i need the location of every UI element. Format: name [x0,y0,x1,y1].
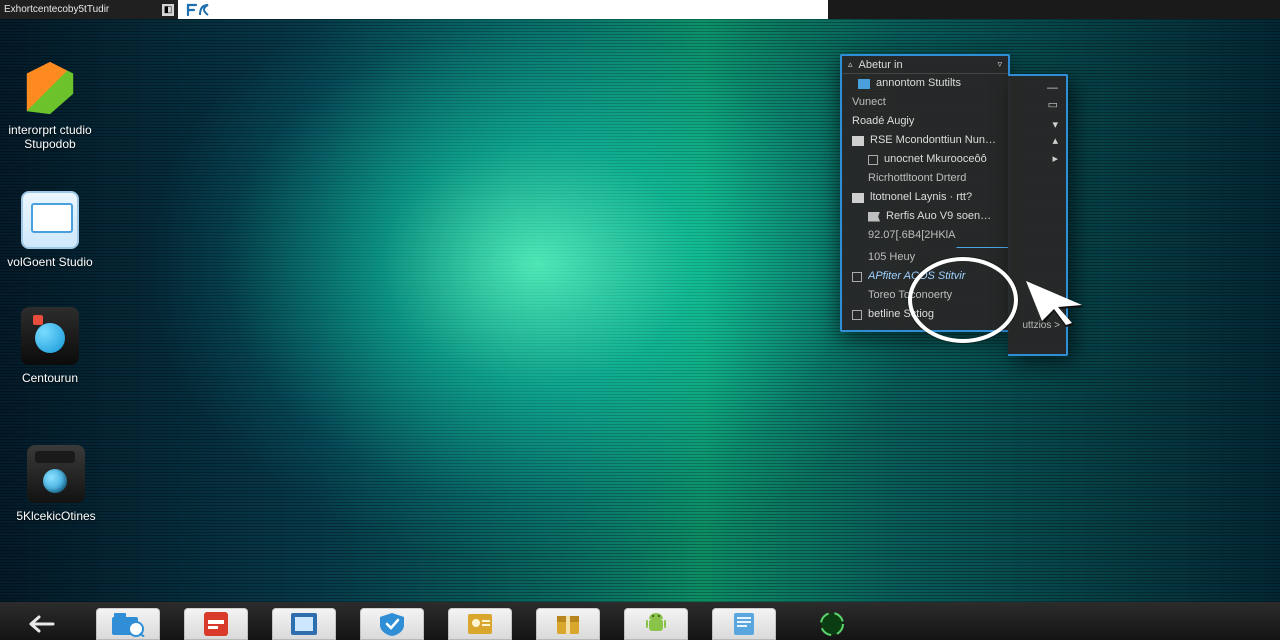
desktop-icon-label: 5KlcekicOtines [6,509,106,523]
panel-row-label: Toreo Toconoerty [868,289,1002,302]
desktop-icon-label: interorprt ctudio Stupodob [0,123,100,151]
panel-row-label: APfiter ACOS Stitvir [868,270,1002,283]
desktop-icon[interactable]: Centourun [0,307,100,385]
window-titlebar: Exhortcentecoby5tTudir ◧ [0,0,1280,19]
desktop-icon-label: Centourun [0,371,100,385]
dropdown-icon[interactable]: ▿ [997,59,1002,70]
taskbar-back-button[interactable] [8,608,72,640]
panel-row-label: Vunect [852,96,1002,109]
titlebar-right [828,0,1280,19]
minimize-icon[interactable]: — [1047,82,1058,94]
panel-aux-caret[interactable]: uttzios > [1022,320,1060,331]
panel-row-label: annontom Stutilts [876,77,1002,90]
panel-row-label: ltotnonel Laynis · rtt? [870,191,1002,204]
panel-row[interactable]: Roadé Augiy [842,112,1008,131]
panel-row[interactable]: betline Sctiog [842,305,1008,324]
collapse-icon[interactable]: ▵ [848,59,853,70]
studio-icon [21,59,79,117]
panel-row[interactable]: annontom Stutilts [842,74,1008,93]
panel-row-label: Roadé Augiy [852,115,1002,128]
panel-row-label: 92.07[.6B4[2HKlA [868,229,1002,242]
maximize-icon[interactable]: ▭ [1048,98,1058,111]
taskbar-explorer[interactable] [96,608,160,640]
panel-row[interactable]: Vunect [842,93,1008,112]
panel-row[interactable]: APfiter ACOS Stitvir [842,267,1008,286]
taskbar-word[interactable] [272,608,336,640]
taskbar-android[interactable] [624,608,688,640]
desktop-icon[interactable]: 5KlcekicOtines [6,445,106,523]
panel-row[interactable]: Rerfis Auo V9 soen… [842,207,1008,226]
taskbar-shield[interactable] [360,608,424,640]
window-title: Exhortcentecoby5tTudir [4,4,109,15]
chevron-right-icon[interactable]: ▸ [1052,152,1058,165]
taskbar-notes[interactable] [712,608,776,640]
flag-icon [868,212,880,222]
desktop-icon[interactable]: interorprt ctudio Stupodob [0,59,100,151]
checkbox[interactable] [868,155,878,165]
folder-icon [21,191,79,249]
panel-row[interactable]: 92.07[.6B4[2HKlA [842,226,1008,245]
titlebar-icon[interactable]: ◧ [162,4,174,16]
panel-row-label: RSE Mcondonttiun Nuner Z… [870,134,1002,147]
module-icon [858,79,870,89]
panel-row-label: 105 Heuy [868,251,1002,264]
panel-row[interactable]: Ricrhottltoont Drterd [842,169,1008,188]
panel-row[interactable]: Toreo Toconoerty [842,286,1008,305]
panel-title: Abetur in [859,59,992,71]
panel-row-label: Rerfis Auo V9 soen… [886,210,1002,223]
settings-panel-aux: — ▭ ▾ ▴ ▸ uttzios > [1008,74,1068,356]
panel-row-label: Ricrhottltoont Drterd [868,172,1002,185]
checkbox[interactable] [852,272,862,282]
chevron-down-icon[interactable]: ▾ [1052,118,1058,131]
desktop[interactable]: interorprt ctudio Stupodob volGoent Stud… [0,19,1280,602]
media-app-icon [27,445,85,503]
titlebar-toolbar [178,0,828,19]
desktop-icon-label: volGoent Studio [0,255,100,269]
chevron-up-icon[interactable]: ▴ [1052,134,1058,147]
panel-header[interactable]: ▵ Abetur in ▿ [842,56,1008,74]
checkbox[interactable] [852,310,862,320]
taskbar[interactable] [0,602,1280,640]
chat-app-icon [21,307,79,365]
taskbar-orb[interactable] [800,608,864,640]
settings-panel[interactable]: ▵ Abetur in ▿ annontom Stutilts Vunect R… [840,54,1010,332]
panel-row[interactable]: ltotnonel Laynis · rtt? [842,188,1008,207]
doc-icon [852,193,864,203]
desktop-icon[interactable]: volGoent Studio [0,191,100,269]
taskbar-package[interactable] [536,608,600,640]
taskbar-id[interactable] [448,608,512,640]
doc-icon [852,136,864,146]
panel-row[interactable]: 105 Heuy [842,248,1008,267]
panel-row[interactable]: unocnet Mkurooceôô [842,150,1008,169]
titlebar-left: Exhortcentecoby5tTudir ◧ [0,0,178,19]
panel-row-label: betline Sctiog [868,308,1002,321]
app-glyph-icon [186,3,212,17]
panel-row[interactable]: RSE Mcondonttiun Nuner Z… [842,131,1008,150]
panel-row-label: unocnet Mkurooceôô [884,153,1002,166]
taskbar-pdf[interactable] [184,608,248,640]
